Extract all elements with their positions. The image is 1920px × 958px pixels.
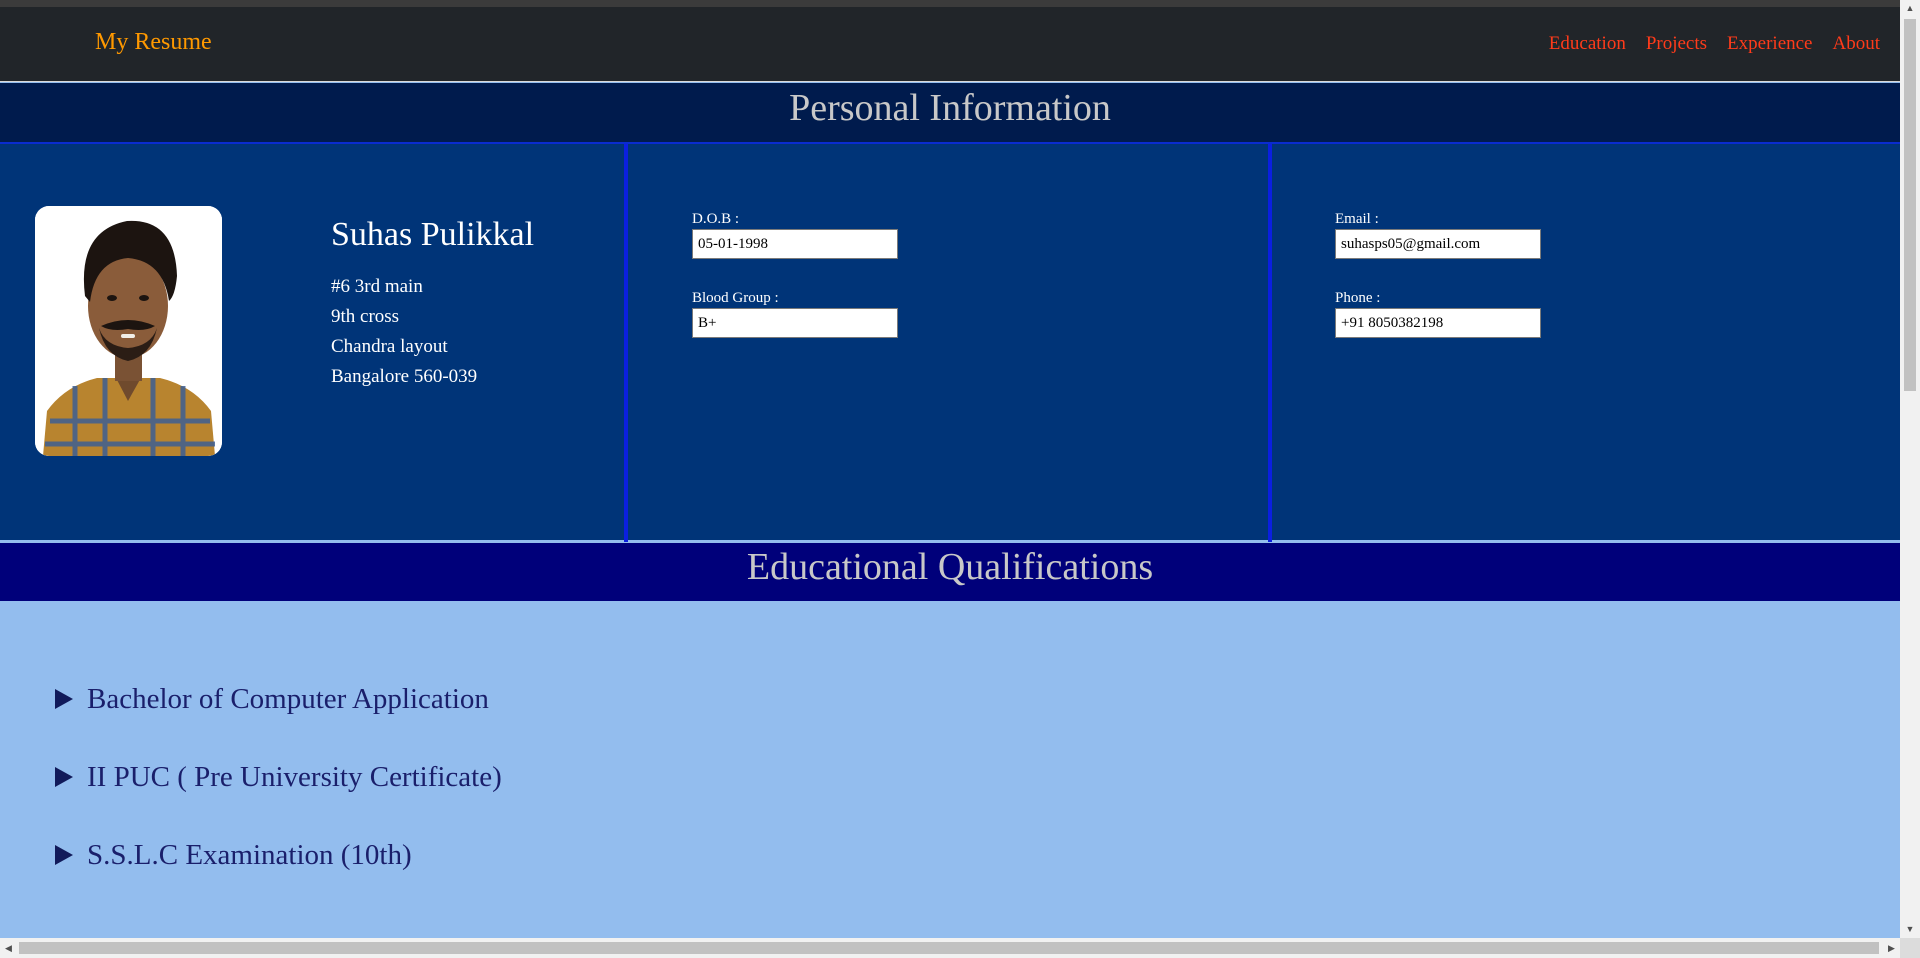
- address-line: Chandra layout: [331, 336, 448, 357]
- phone-field-group: Phone :: [1335, 288, 1541, 338]
- education-item-label: II PUC ( Pre University Certificate): [87, 760, 502, 793]
- scroll-right-arrow-icon[interactable]: ▶: [1883, 938, 1900, 958]
- triangle-right-icon: [55, 689, 73, 709]
- email-field-group: Email :: [1335, 209, 1541, 259]
- horizontal-scrollbar[interactable]: ◀ ▶: [0, 938, 1920, 958]
- personal-info-heading: Personal Information: [0, 83, 1900, 142]
- blood-group-field[interactable]: [692, 308, 898, 338]
- education-item-bca[interactable]: Bachelor of Computer Application: [55, 660, 502, 738]
- address-line: 9th cross: [331, 306, 400, 327]
- top-border: [0, 0, 1900, 7]
- scroll-down-arrow-icon[interactable]: ▼: [1900, 921, 1920, 938]
- profile-column: Suhas Pulikkal #6 3rd main 9th cross Cha…: [0, 144, 628, 542]
- blood-group-label: Blood Group :: [692, 290, 779, 306]
- education-heading: Educational Qualifications: [0, 543, 1900, 601]
- address-block: #6 3rd main 9th cross Chandra layout Ban…: [331, 272, 477, 392]
- scrollbar-corner: [1900, 938, 1920, 958]
- scroll-left-arrow-icon[interactable]: ◀: [0, 938, 17, 958]
- education-item-label: Bachelor of Computer Application: [87, 682, 489, 715]
- dob-field-group: D.O.B :: [692, 209, 898, 259]
- person-name: Suhas Pulikkal: [331, 216, 535, 253]
- profile-photo: [35, 206, 222, 456]
- details-column: D.O.B : Blood Group :: [628, 144, 1272, 542]
- vertical-scroll-thumb[interactable]: [1904, 19, 1916, 391]
- address-line: Bangalore 560-039: [331, 366, 478, 387]
- education-item-sslc[interactable]: S.S.L.C Examination (10th): [55, 816, 502, 894]
- triangle-right-icon: [55, 767, 73, 787]
- contact-column: Email : Phone :: [1272, 144, 1900, 542]
- education-item-puc[interactable]: II PUC ( Pre University Certificate): [55, 738, 502, 816]
- brand-link[interactable]: My Resume: [95, 29, 212, 56]
- nav-link-projects[interactable]: Projects: [1646, 33, 1707, 55]
- profile-photo-svg: [35, 206, 222, 456]
- blood-group-field-group: Blood Group :: [692, 288, 898, 338]
- email-label: Email :: [1335, 211, 1379, 227]
- dob-label: D.O.B :: [692, 211, 740, 227]
- phone-field[interactable]: [1335, 308, 1541, 338]
- horizontal-scroll-thumb[interactable]: [19, 942, 1879, 954]
- education-item-label: S.S.L.C Examination (10th): [87, 838, 412, 871]
- scroll-up-arrow-icon[interactable]: ▲: [1900, 0, 1920, 17]
- nav-link-education[interactable]: Education: [1549, 33, 1626, 55]
- dob-field[interactable]: [692, 229, 898, 259]
- nav-links: Education Projects Experience About: [1549, 33, 1880, 55]
- address-line: #6 3rd main: [331, 276, 423, 297]
- email-field[interactable]: [1335, 229, 1541, 259]
- vertical-scrollbar[interactable]: ▲ ▼: [1900, 0, 1920, 938]
- nav-link-about[interactable]: About: [1833, 33, 1881, 55]
- personal-info-section: Suhas Pulikkal #6 3rd main 9th cross Cha…: [0, 142, 1900, 542]
- resume-page: My Resume Education Projects Experience …: [0, 0, 1900, 938]
- triangle-right-icon: [55, 845, 73, 865]
- education-list: Bachelor of Computer Application II PUC …: [55, 660, 502, 894]
- nav-link-experience[interactable]: Experience: [1727, 33, 1812, 55]
- navbar: My Resume Education Projects Experience …: [0, 7, 1900, 82]
- phone-label: Phone :: [1335, 290, 1381, 306]
